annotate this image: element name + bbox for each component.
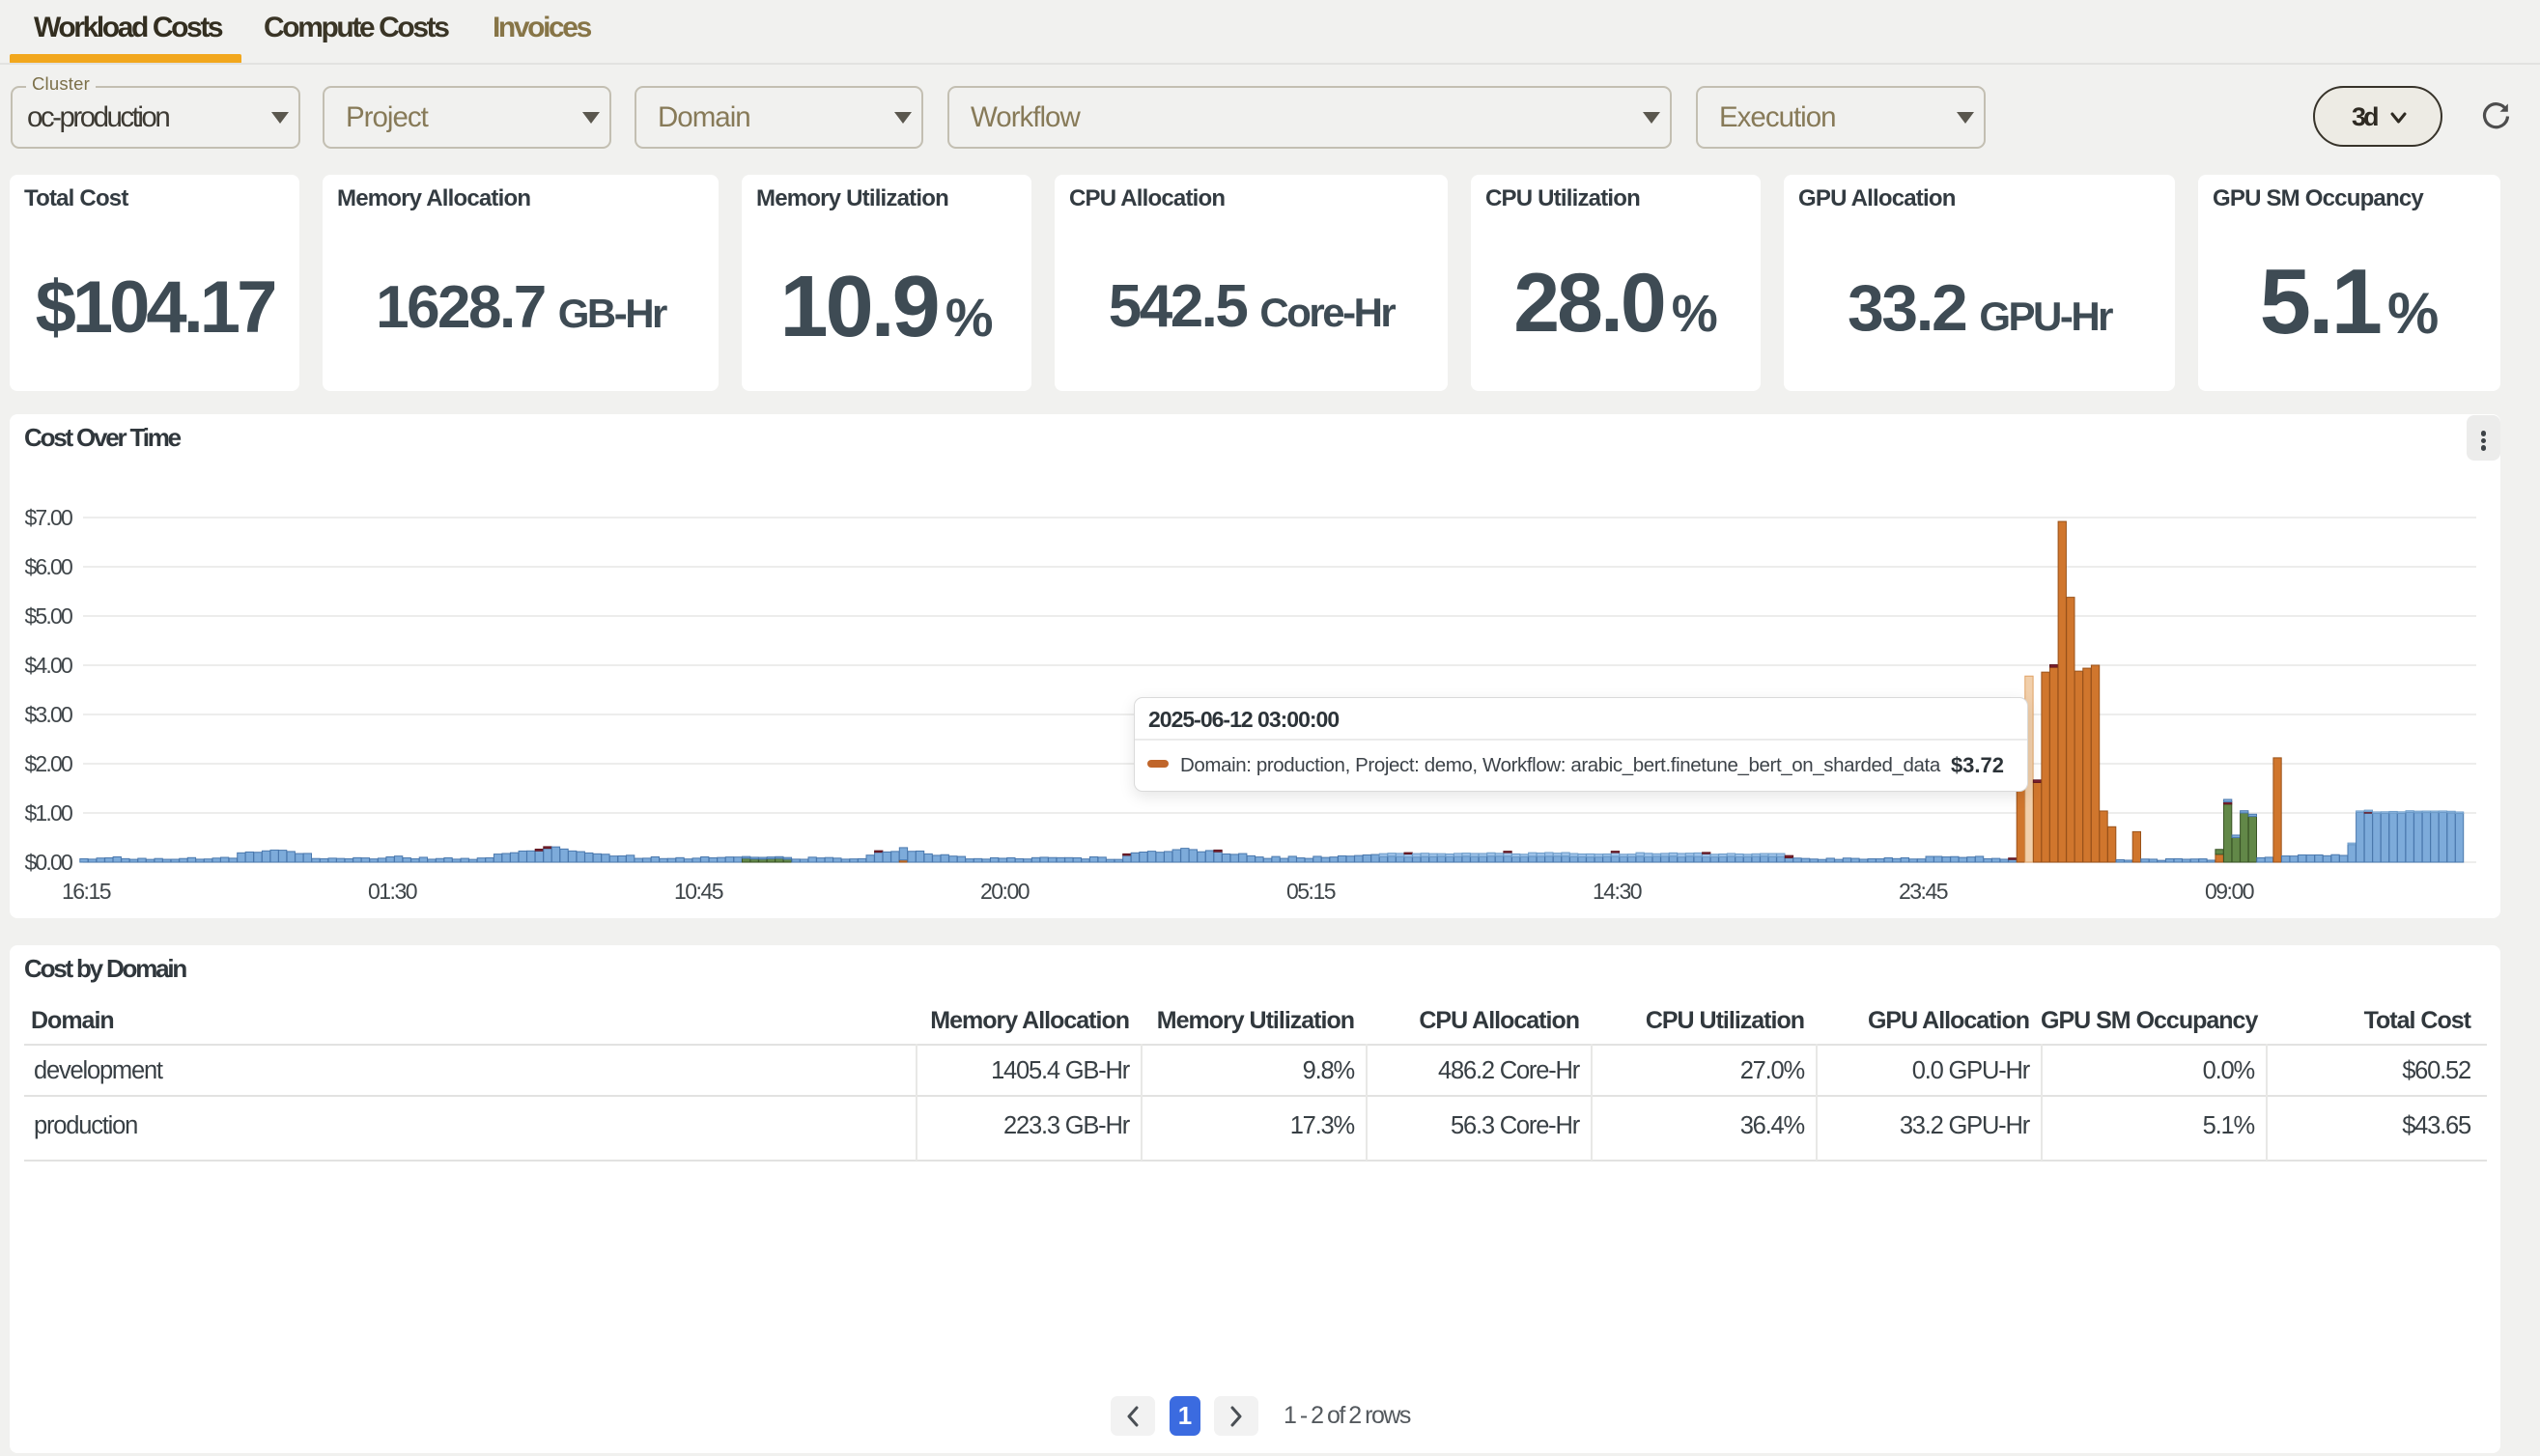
svg-text:09:00: 09:00 xyxy=(2205,879,2254,904)
svg-text:$2.00: $2.00 xyxy=(24,751,72,776)
svg-text:$6.00: $6.00 xyxy=(24,554,72,579)
svg-text:$1.00: $1.00 xyxy=(24,800,72,826)
svg-text:$5.00: $5.00 xyxy=(24,603,72,629)
svg-text:$3.00: $3.00 xyxy=(24,702,72,727)
svg-text:14:30: 14:30 xyxy=(1593,879,1642,904)
svg-text:16:15: 16:15 xyxy=(62,879,111,904)
svg-text:05:15: 05:15 xyxy=(1286,879,1336,904)
svg-text:$0.00: $0.00 xyxy=(24,850,72,875)
svg-text:23:45: 23:45 xyxy=(1899,879,1948,904)
svg-text:10:45: 10:45 xyxy=(674,879,723,904)
svg-text:$4.00: $4.00 xyxy=(24,653,72,678)
svg-text:20:00: 20:00 xyxy=(980,879,1030,904)
svg-text:01:30: 01:30 xyxy=(368,879,417,904)
svg-text:$7.00: $7.00 xyxy=(24,505,72,530)
